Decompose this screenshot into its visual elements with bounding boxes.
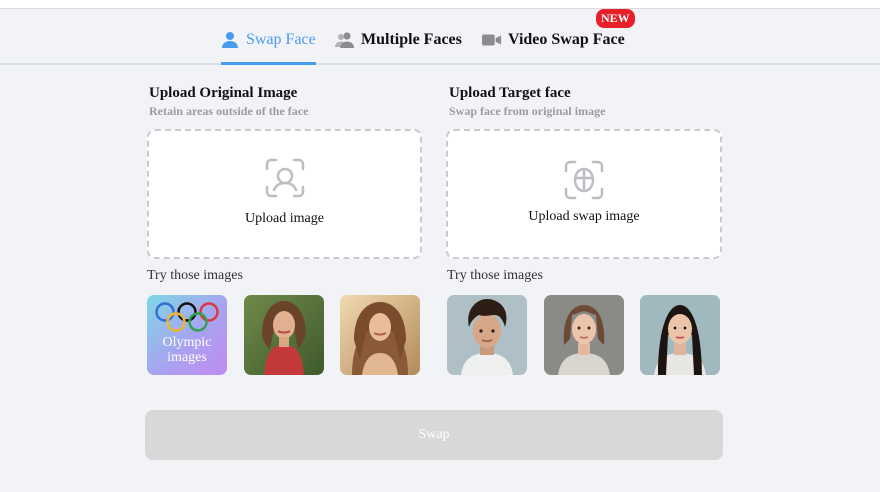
upload-original-label: Upload image xyxy=(245,211,324,226)
tab-label: Swap Face xyxy=(246,31,316,48)
active-tab-indicator xyxy=(221,62,316,65)
tab-multiple-faces[interactable]: Multiple Faces xyxy=(335,31,462,49)
users-icon xyxy=(335,31,355,49)
sample-photo-woman-red-dress[interactable] xyxy=(244,295,324,375)
upload-target-dropzone[interactable]: Upload swap image xyxy=(446,129,722,259)
try-images-label: Try those images xyxy=(447,268,543,283)
target-face-title: Upload Target face xyxy=(449,85,571,101)
original-image-title: Upload Original Image xyxy=(149,85,298,101)
upload-target-label: Upload swap image xyxy=(528,209,640,224)
sample-photo-woman-freckles[interactable] xyxy=(544,295,624,375)
upload-original-dropzone[interactable]: Upload image xyxy=(147,129,422,259)
top-border xyxy=(0,0,880,9)
new-badge: NEW xyxy=(596,9,635,28)
tab-bar-divider xyxy=(0,63,880,65)
sample-photo-woman-sunset[interactable] xyxy=(340,295,420,375)
sample-olympic-images[interactable]: Olympic images xyxy=(147,295,227,375)
olympic-rings-icon xyxy=(155,302,219,332)
tab-label: Video Swap Face xyxy=(508,31,625,48)
swap-button[interactable]: Swap xyxy=(145,410,723,460)
sample-photo-man-curly-hair[interactable] xyxy=(447,295,527,375)
olympic-label: Olympic images xyxy=(162,335,212,365)
video-camera-icon xyxy=(482,31,502,49)
original-image-subtitle: Retain areas outside of the face xyxy=(149,104,309,118)
user-icon xyxy=(220,31,240,49)
tab-swap-face[interactable]: Swap Face xyxy=(220,31,316,49)
face-scan-icon xyxy=(264,157,306,199)
try-images-label: Try those images xyxy=(147,268,243,283)
tab-label: Multiple Faces xyxy=(361,31,462,48)
tab-video-swap-face[interactable]: Video Swap Face xyxy=(482,31,625,49)
sample-photo-woman-asian[interactable] xyxy=(640,295,720,375)
target-face-subtitle: Swap face from original image xyxy=(449,104,606,118)
face-frame-icon xyxy=(563,159,605,201)
